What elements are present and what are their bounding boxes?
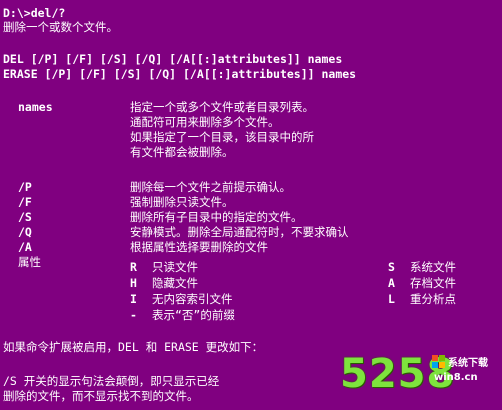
names-desc-line: 指定一个或多个文件或者目录列表。 [130, 100, 314, 114]
attr-key: - [130, 308, 137, 322]
option-switch-s: /S [18, 210, 32, 224]
names-desc-line: 如果指定了一个目录，该目录中的所 [130, 130, 314, 144]
option-switch-f: /F [18, 195, 32, 209]
option-switch-p: /P [18, 180, 32, 194]
attr-value: 表示“否”的前缀 [152, 308, 235, 322]
attr-value: 重分析点 [410, 292, 456, 306]
syntax-line-del: DEL [/P] [/F] [/S] [/Q] [/A[[:]attribute… [3, 52, 343, 66]
command-prompt: D:\>del/? [3, 6, 66, 20]
option-desc-p: 删除每一个文件之前提示确认。 [130, 180, 291, 194]
names-desc-line: 有文件都会被删除。 [130, 145, 234, 159]
names-desc-line: 通配符可用来删除多个文件。 [130, 115, 280, 129]
option-desc-q: 安静模式。删除全局通配符时，不要求确认 [130, 225, 349, 239]
attr-value: 只读文件 [152, 260, 198, 274]
attr-value: 无内容索引文件 [152, 292, 233, 306]
watermark-url: win8.cn [434, 372, 478, 383]
attr-key: I [130, 292, 137, 306]
attributes-label: 属性 [18, 255, 41, 269]
attr-value: 隐藏文件 [152, 276, 198, 290]
command-description: 删除一个或数个文件。 [3, 20, 118, 34]
windows-flag-icon [432, 355, 446, 369]
extension-note: 如果命令扩展被启用，DEL 和 ERASE 更改如下： [3, 340, 264, 354]
syntax-line-erase: ERASE [/P] [/F] [/S] [/Q] [/A[[:]attribu… [3, 67, 357, 81]
attr-value: 系统文件 [410, 260, 456, 274]
option-desc-a: 根据属性选择要删除的文件 [130, 240, 268, 254]
attr-key: L [388, 292, 395, 306]
watermark-logo: 5258 系统下载 win8.cn [340, 350, 492, 398]
names-label: names [18, 100, 53, 114]
option-switch-q: /Q [18, 225, 32, 239]
attr-value: 存档文件 [410, 276, 456, 290]
attr-key: A [388, 276, 395, 290]
extension-line: 删除的文件，而不显示找不到的文件。 [3, 389, 199, 403]
watermark-site: 系统下载 [448, 358, 488, 369]
extension-line: /S 开关的显示句法会颠倒，即只显示已经 [3, 374, 220, 388]
console-window: D:\>del/? 删除一个或数个文件。 DEL [/P] [/F] [/S] … [0, 0, 502, 410]
attr-key: H [130, 276, 137, 290]
option-desc-s: 删除所有子目录中的指定的文件。 [130, 210, 303, 224]
option-desc-f: 强制删除只读文件。 [130, 195, 234, 209]
option-switch-a: /A [18, 240, 32, 254]
attr-key: R [130, 260, 137, 274]
watermark-text-block: 系统下载 win8.cn [432, 354, 492, 394]
attr-key: S [388, 260, 395, 274]
